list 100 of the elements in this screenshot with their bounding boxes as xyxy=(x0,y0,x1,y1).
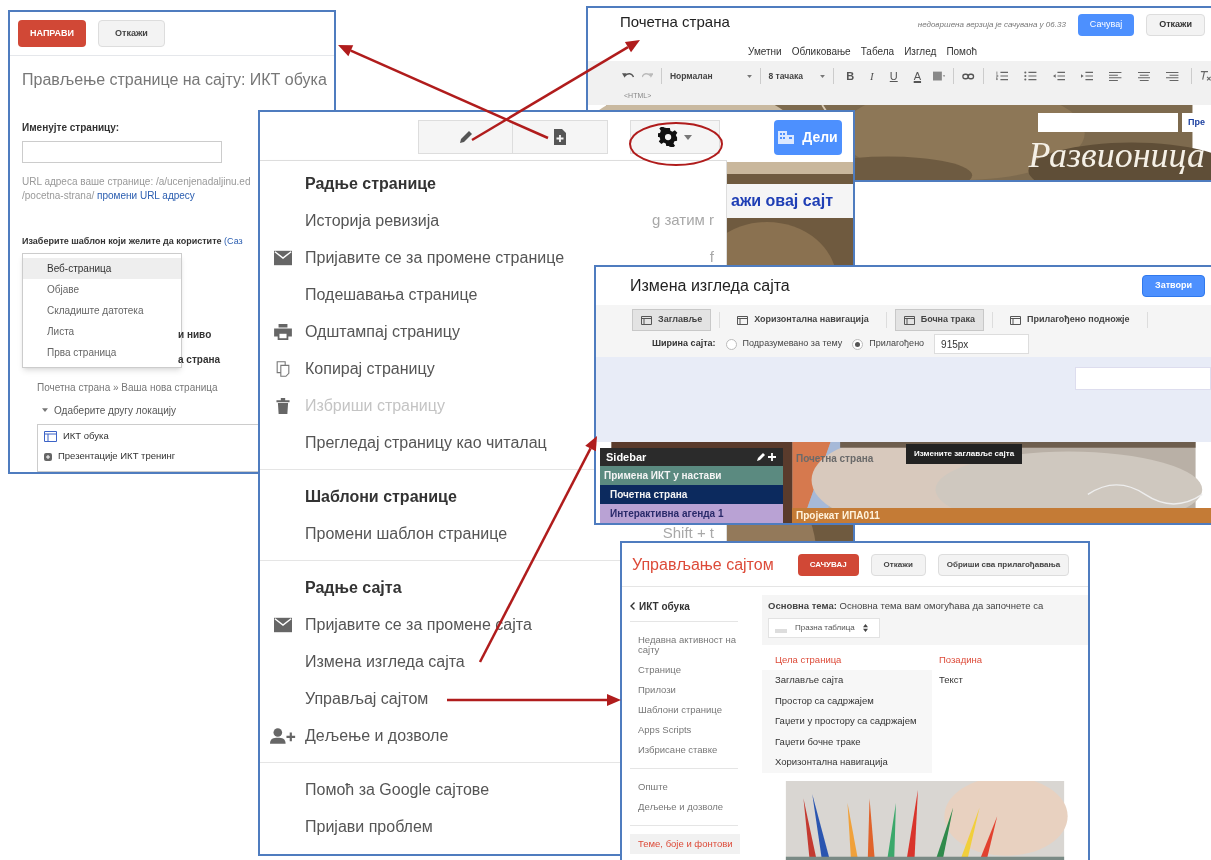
underline-button[interactable]: U xyxy=(885,67,902,85)
section-item[interactable]: Текст xyxy=(939,670,983,691)
clear-formatting-icon[interactable] xyxy=(1199,70,1211,82)
menu-item[interactable]: Помоћ xyxy=(946,43,978,59)
layout-icon xyxy=(903,315,915,325)
page-icon xyxy=(44,452,52,461)
toolbar-tab[interactable]: Бочна трака xyxy=(894,309,984,331)
layout-icon xyxy=(1010,315,1021,325)
create-button[interactable]: НАПРАВИ xyxy=(18,20,87,47)
page-title: Почетна страна xyxy=(620,12,730,32)
cancel-button[interactable]: Откажи xyxy=(870,553,926,576)
indent-icon[interactable] xyxy=(1080,71,1094,81)
pencil-icon xyxy=(458,130,473,144)
field-label: Именујте страницу: xyxy=(22,121,119,135)
nav-item[interactable]: Опште xyxy=(630,777,740,797)
toolbar-tab[interactable]: Прилагођено подножје xyxy=(1001,309,1139,331)
dropdown-option[interactable]: Објаве xyxy=(23,278,181,300)
nav-item[interactable]: Теме, боје и фонтови xyxy=(630,834,740,854)
menu-heading: Радње сајта xyxy=(305,577,402,598)
nav-item[interactable]: Дељење и дозволе xyxy=(630,797,740,817)
caret-icon xyxy=(42,408,48,412)
menu-heading: Шаблони странице xyxy=(305,486,457,507)
align-center-icon[interactable] xyxy=(1137,70,1151,82)
trash-icon xyxy=(273,397,292,414)
printer-icon xyxy=(273,323,292,340)
align-right-icon[interactable] xyxy=(1166,70,1179,82)
nav-item[interactable]: Избрисане ставке xyxy=(630,740,740,760)
up-down-icon xyxy=(862,624,868,633)
nav-item[interactable]: Прилози xyxy=(630,680,740,700)
menu-item[interactable]: Обликовање xyxy=(791,43,851,59)
cancel-button[interactable]: Откажи xyxy=(98,20,165,47)
search-field[interactable] xyxy=(1075,367,1211,390)
edit-button[interactable] xyxy=(418,120,513,154)
menu-item[interactable]: Управљај сајтом xyxy=(260,680,429,717)
menu-item[interactable]: Прегледај страницу као читалац xyxy=(260,424,547,461)
back-link[interactable]: ИКТ обука xyxy=(630,599,762,613)
new-page-button[interactable] xyxy=(513,120,608,154)
menu-item[interactable]: Помоћ за Google сајтове xyxy=(260,771,490,808)
caret-icon xyxy=(820,74,826,78)
radio-button[interactable] xyxy=(852,338,864,350)
dropdown-option[interactable]: Веб-страница xyxy=(23,257,181,279)
link-icon[interactable] xyxy=(962,72,975,80)
menu-item[interactable]: Изглед xyxy=(904,43,937,59)
breadcrumb: Почетна страна » Ваша нова страница xyxy=(37,380,218,395)
size-select[interactable]: 8 тачака xyxy=(768,69,826,83)
menu-item[interactable]: Одштампај страницу xyxy=(260,313,460,350)
template-link[interactable]: (Саз xyxy=(224,236,243,246)
nav-item[interactable]: Шаблони странице xyxy=(630,700,740,720)
tooltip: Измените заглавље сајта xyxy=(906,444,1023,464)
change-url-link[interactable]: промени URL адресу xyxy=(97,190,195,201)
dropdown-option[interactable]: Складиште датотека xyxy=(23,299,181,321)
nav-item[interactable]: Apps Scripts xyxy=(630,720,740,740)
draft-status: недовршена верзија је сачувана у 06.33 xyxy=(917,19,1066,31)
section-heading: Позадина xyxy=(939,653,983,668)
shortcut-text: Shift + t xyxy=(662,523,715,544)
shortcut-text: g затим r xyxy=(651,210,715,231)
menu-item[interactable]: Дељење и дозволе xyxy=(260,717,449,754)
url-text: URL адреса ваше странице: /a/ucenjenadaljinu.ed /pocetna-strana/ промени URL адресу xyxy=(22,175,251,203)
dialog-title: Прављење странице на сајту: ИКТ обука xyxy=(22,70,327,90)
footer-bar: Пројекат ИПА011 xyxy=(792,508,1211,523)
outdent-icon[interactable] xyxy=(1052,71,1065,81)
align-left-icon[interactable] xyxy=(1109,70,1122,82)
site-icon xyxy=(44,431,57,442)
sidebar-title: Sidebar xyxy=(606,449,647,465)
cancel-button[interactable]: Откажи xyxy=(1146,14,1205,36)
bold-button[interactable]: B xyxy=(842,67,859,85)
menu-item[interactable]: Измена изгледа сајта xyxy=(260,643,465,680)
menu-item[interactable]: Пријави проблем xyxy=(260,808,433,845)
menu-item[interactable]: Промени шаблон странице xyxy=(260,515,508,552)
mail-icon xyxy=(273,616,292,633)
menu-item[interactable]: Подешавања странице xyxy=(260,276,478,313)
name-input[interactable] xyxy=(22,141,222,163)
menu-item[interactable]: Табела xyxy=(860,43,895,59)
tree-item[interactable]: Презентације ИКТ тренинг xyxy=(58,449,176,464)
menu-item[interactable]: Копирај страницу xyxy=(260,350,435,387)
template-label: Изаберите шаблон који желите да користите (Саз xyxy=(22,235,243,248)
nav-item[interactable]: Недавна активност на сајту xyxy=(630,630,740,660)
italic-button[interactable]: I xyxy=(866,67,878,85)
text-color-button[interactable]: A xyxy=(909,67,926,85)
style-select[interactable]: Нормалан xyxy=(669,69,752,83)
caret-icon xyxy=(746,74,752,78)
location-toggle[interactable]: Одаберите другу локацију xyxy=(54,402,176,418)
menu-item[interactable]: Пријавите се за промене странице xyxy=(260,239,565,276)
menu-heading: Радње странице xyxy=(305,173,436,194)
shortcut-text: f xyxy=(709,247,715,268)
nav-item[interactable]: Странице xyxy=(630,660,740,680)
undo-icon[interactable] xyxy=(622,72,634,80)
layout-icon xyxy=(641,315,652,325)
bullet-list-icon[interactable] xyxy=(1024,71,1037,81)
field-label: Ширина сајта: xyxy=(652,337,716,351)
person-add-icon xyxy=(269,727,296,744)
radio-label: Прилагођено xyxy=(869,337,925,351)
width-input[interactable]: 915px xyxy=(934,334,1030,354)
toolbar-tab[interactable]: Заглавље xyxy=(632,309,712,331)
highlight-icon[interactable] xyxy=(933,70,946,82)
numbered-list-icon[interactable] xyxy=(995,71,1009,81)
tree-item[interactable]: ИКТ обука xyxy=(63,429,109,444)
menu-item[interactable]: Историја ревизија xyxy=(260,202,440,239)
menu-item[interactable]: Уметни xyxy=(748,43,782,59)
reset-button[interactable]: Обриши сва прилагођавања xyxy=(937,553,1070,576)
